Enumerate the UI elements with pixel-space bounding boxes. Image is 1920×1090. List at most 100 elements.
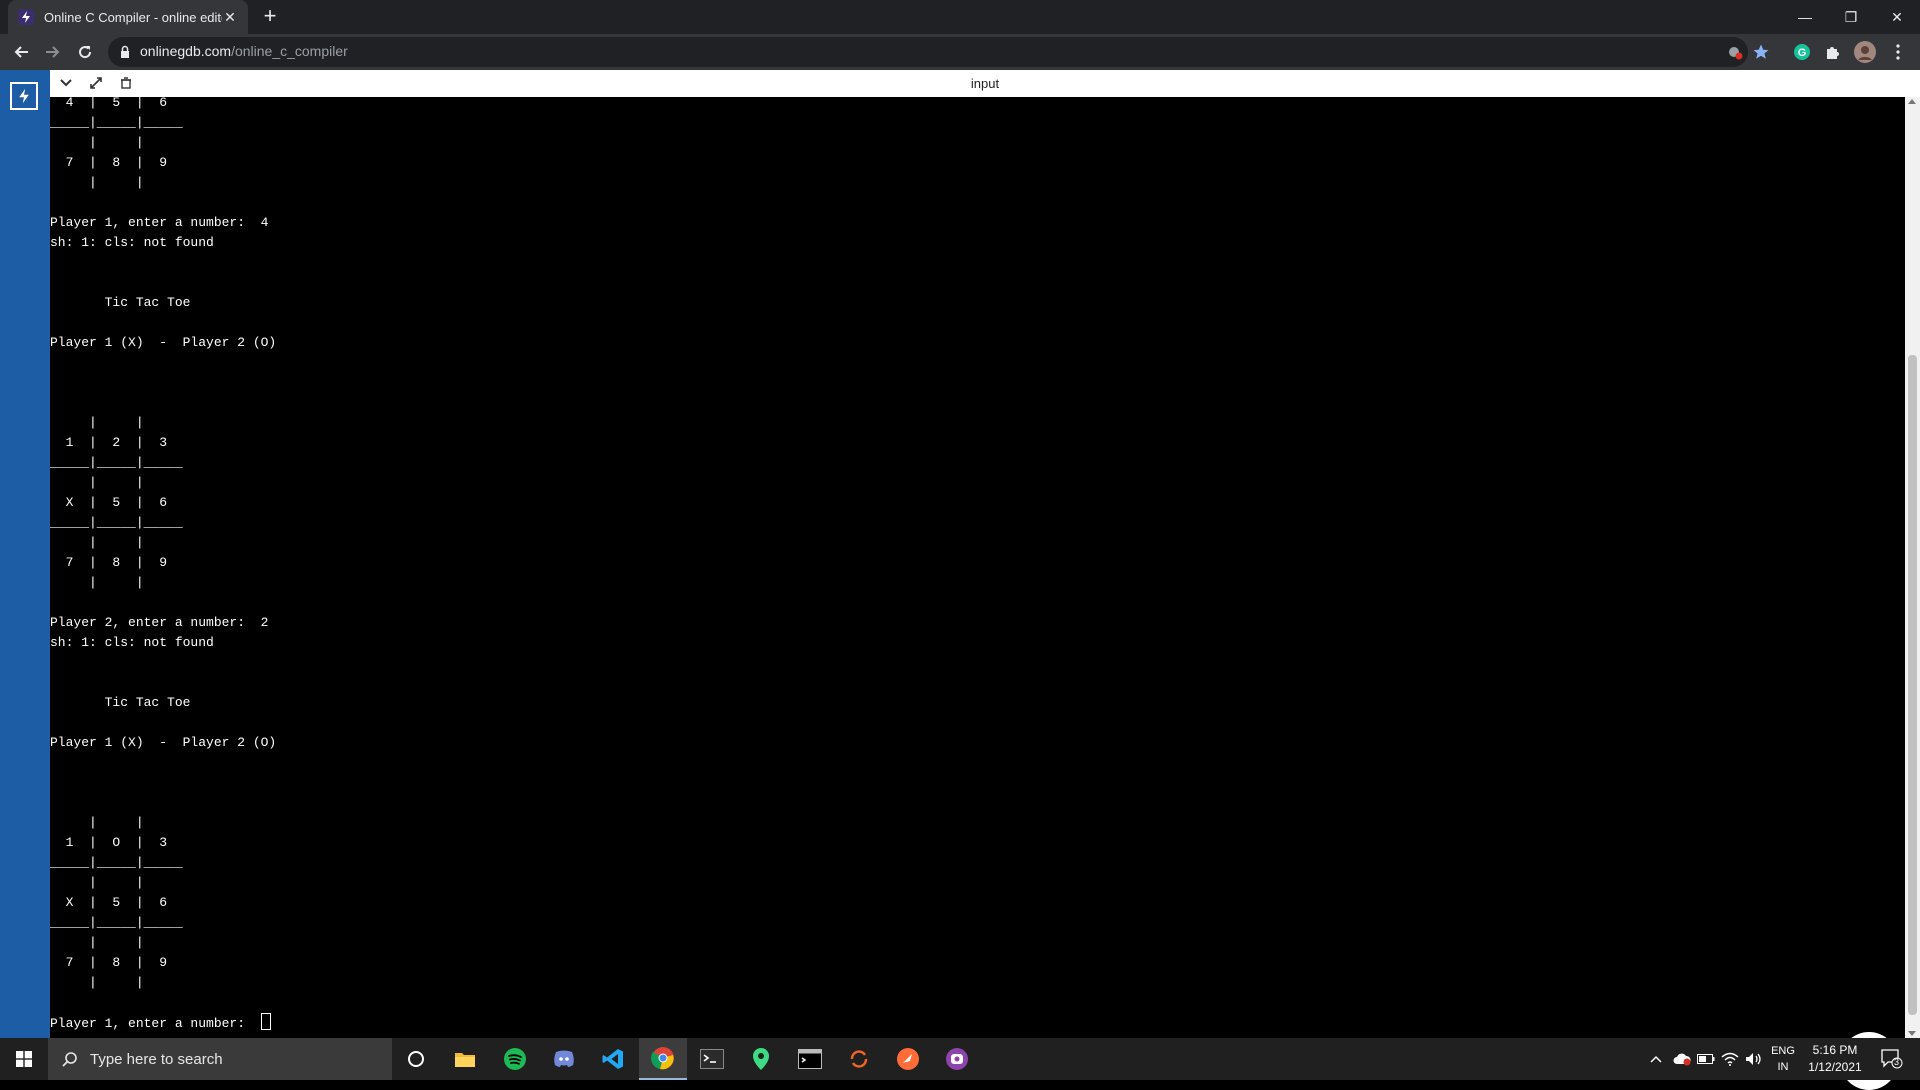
console-line: Player 2, enter a number: 2 [50, 615, 269, 630]
clear-console-icon[interactable] [118, 75, 134, 91]
taskbar-clock[interactable]: 5:16 PM 1/12/2021 [1800, 1042, 1870, 1076]
console-line: _____|_____|_____ [50, 855, 183, 870]
map-pin-icon [753, 1048, 769, 1070]
reload-button[interactable] [73, 40, 97, 64]
tray-cloud-error-icon[interactable] [1672, 1049, 1692, 1069]
onlinegdb-favicon-icon [18, 9, 34, 25]
taskbar-app-purple[interactable] [933, 1038, 981, 1080]
start-button[interactable] [0, 1038, 48, 1080]
site-settings-icon[interactable] [1726, 43, 1744, 61]
console-prompt: Player 1, enter a number: [50, 1016, 261, 1031]
browser-toolbar: onlinegdb.com/online_c_compiler G [0, 34, 1920, 70]
sync-arrows-icon [850, 1050, 868, 1068]
windows-taskbar: Type here to search ENG IN 5:16 PM 1/12/… [0, 1038, 1920, 1080]
tray-wifi-icon[interactable] [1720, 1049, 1740, 1069]
tray-overflow-chevron-icon[interactable] [1646, 1049, 1666, 1069]
console-line: Tic Tac Toe [104, 695, 191, 710]
window-restore-button[interactable]: ❐ [1828, 0, 1874, 34]
language-indicator[interactable]: ENG IN [1768, 1043, 1798, 1075]
tray-battery-icon[interactable] [1696, 1049, 1716, 1069]
notification-count: 3 [1894, 1057, 1900, 1067]
console-line: sh: 1: cls: not found [50, 235, 214, 250]
folder-icon [455, 1053, 475, 1067]
lock-icon [121, 45, 129, 58]
back-button[interactable] [9, 40, 33, 64]
purple-app-icon [946, 1048, 968, 1070]
language-code: ENG [1771, 1045, 1795, 1057]
collapse-chevron-icon[interactable] [58, 75, 74, 91]
taskbar-terminal[interactable] [688, 1038, 736, 1080]
scroll-thumb[interactable] [1908, 355, 1917, 1015]
console-line: 1 | O | 3 [65, 835, 168, 850]
reload-icon [79, 46, 92, 59]
taskbar-spotify[interactable] [491, 1038, 539, 1080]
console-line: _____|_____|_____ [50, 115, 183, 130]
browser-tab-strip: Online C Compiler - online editor ✕ + — … [0, 0, 1920, 34]
taskbar-file-explorer[interactable] [441, 1038, 489, 1080]
console-line: 7 | 8 | 9 [65, 155, 168, 170]
scroll-down-arrow-icon[interactable] [1908, 1031, 1916, 1036]
console-line: X | 5 | 6 [65, 895, 168, 910]
terminal-icon [700, 1049, 724, 1069]
window-minimize-button[interactable]: — [1782, 0, 1828, 34]
postman-icon [897, 1048, 919, 1070]
forward-arrow-icon [46, 46, 60, 58]
console-line: | | [89, 975, 144, 990]
console-line: 4 | 5 | 6 [65, 97, 168, 110]
console-line: sh: 1: cls: not found [50, 635, 214, 650]
console-line: | | [89, 175, 144, 190]
console-lines: _____|_____|_____ | | 4 | 5 | 6 _____|__… [50, 97, 276, 990]
console-line: _____|_____|_____ [50, 455, 183, 470]
io-panel-header: input [50, 70, 1920, 97]
console-line: | | [89, 415, 144, 430]
notification-icon [1881, 1049, 1903, 1069]
windows-logo-icon [16, 1051, 32, 1067]
bookmark-star-icon[interactable] [1750, 41, 1772, 63]
forward-button[interactable] [41, 40, 65, 64]
scroll-up-arrow-icon[interactable] [1908, 99, 1916, 104]
taskbar-sync-app[interactable] [835, 1038, 883, 1080]
search-placeholder: Type here to search [90, 1050, 223, 1068]
expand-resize-icon[interactable] [88, 75, 104, 91]
tray-volume-icon[interactable] [1744, 1049, 1764, 1069]
text-cursor[interactable] [260, 1013, 271, 1030]
address-bar[interactable]: onlinegdb.com/online_c_compiler [108, 37, 1748, 67]
console-line: | | [89, 875, 144, 890]
extensions-puzzle-icon[interactable] [1822, 41, 1844, 63]
console-line: | | [89, 475, 144, 490]
cortana-ring-icon [408, 1051, 424, 1067]
chrome-menu-icon[interactable] [1887, 41, 1909, 63]
window-close-button[interactable]: ✕ [1874, 0, 1920, 34]
profile-avatar[interactable] [1854, 41, 1876, 63]
taskbar-vscode[interactable] [589, 1038, 637, 1080]
taskbar-postman[interactable] [884, 1038, 932, 1080]
taskbar-maps-app[interactable] [737, 1038, 785, 1080]
onlinegdb-logo-icon[interactable] [10, 82, 38, 110]
url-path: /online_c_compiler [231, 43, 348, 59]
taskbar-search-box[interactable]: Type here to search [48, 1038, 392, 1080]
console-output[interactable]: _____|_____|_____ | | 4 | 5 | 6 _____|__… [50, 97, 1905, 1038]
chrome-icon [651, 1047, 674, 1070]
console-line: | | [89, 575, 144, 590]
tab-close-icon[interactable]: ✕ [222, 9, 238, 26]
region-code: IN [1777, 1061, 1789, 1073]
taskbar-chrome[interactable] [639, 1038, 687, 1080]
search-icon [62, 1052, 77, 1067]
action-center-button[interactable]: 3 [1872, 1038, 1912, 1080]
new-tab-button[interactable]: + [258, 5, 282, 29]
taskbar-console-window[interactable] [786, 1038, 834, 1080]
console-text: _____|_____|_____ | | 4 | 5 | 6 _____|__… [50, 97, 276, 1034]
vscode-icon [602, 1049, 623, 1069]
console-scrollbar[interactable] [1905, 97, 1920, 1038]
console-line: X | 5 | 6 [65, 495, 168, 510]
spotify-icon [504, 1048, 526, 1070]
grammarly-extension-icon[interactable]: G [1791, 41, 1813, 63]
task-view-button[interactable] [392, 1038, 440, 1080]
console-line: 1 | 2 | 3 [65, 435, 168, 450]
console-line: | | [89, 535, 144, 550]
browser-tab-active[interactable]: Online C Compiler - online editor ✕ [8, 0, 248, 34]
url-host: onlinegdb.com [140, 43, 232, 59]
onlinegdb-side-rail [0, 70, 50, 1038]
taskbar-discord[interactable] [540, 1038, 588, 1080]
console-line: Player 1 (X) - Player 2 (O) [50, 335, 277, 350]
